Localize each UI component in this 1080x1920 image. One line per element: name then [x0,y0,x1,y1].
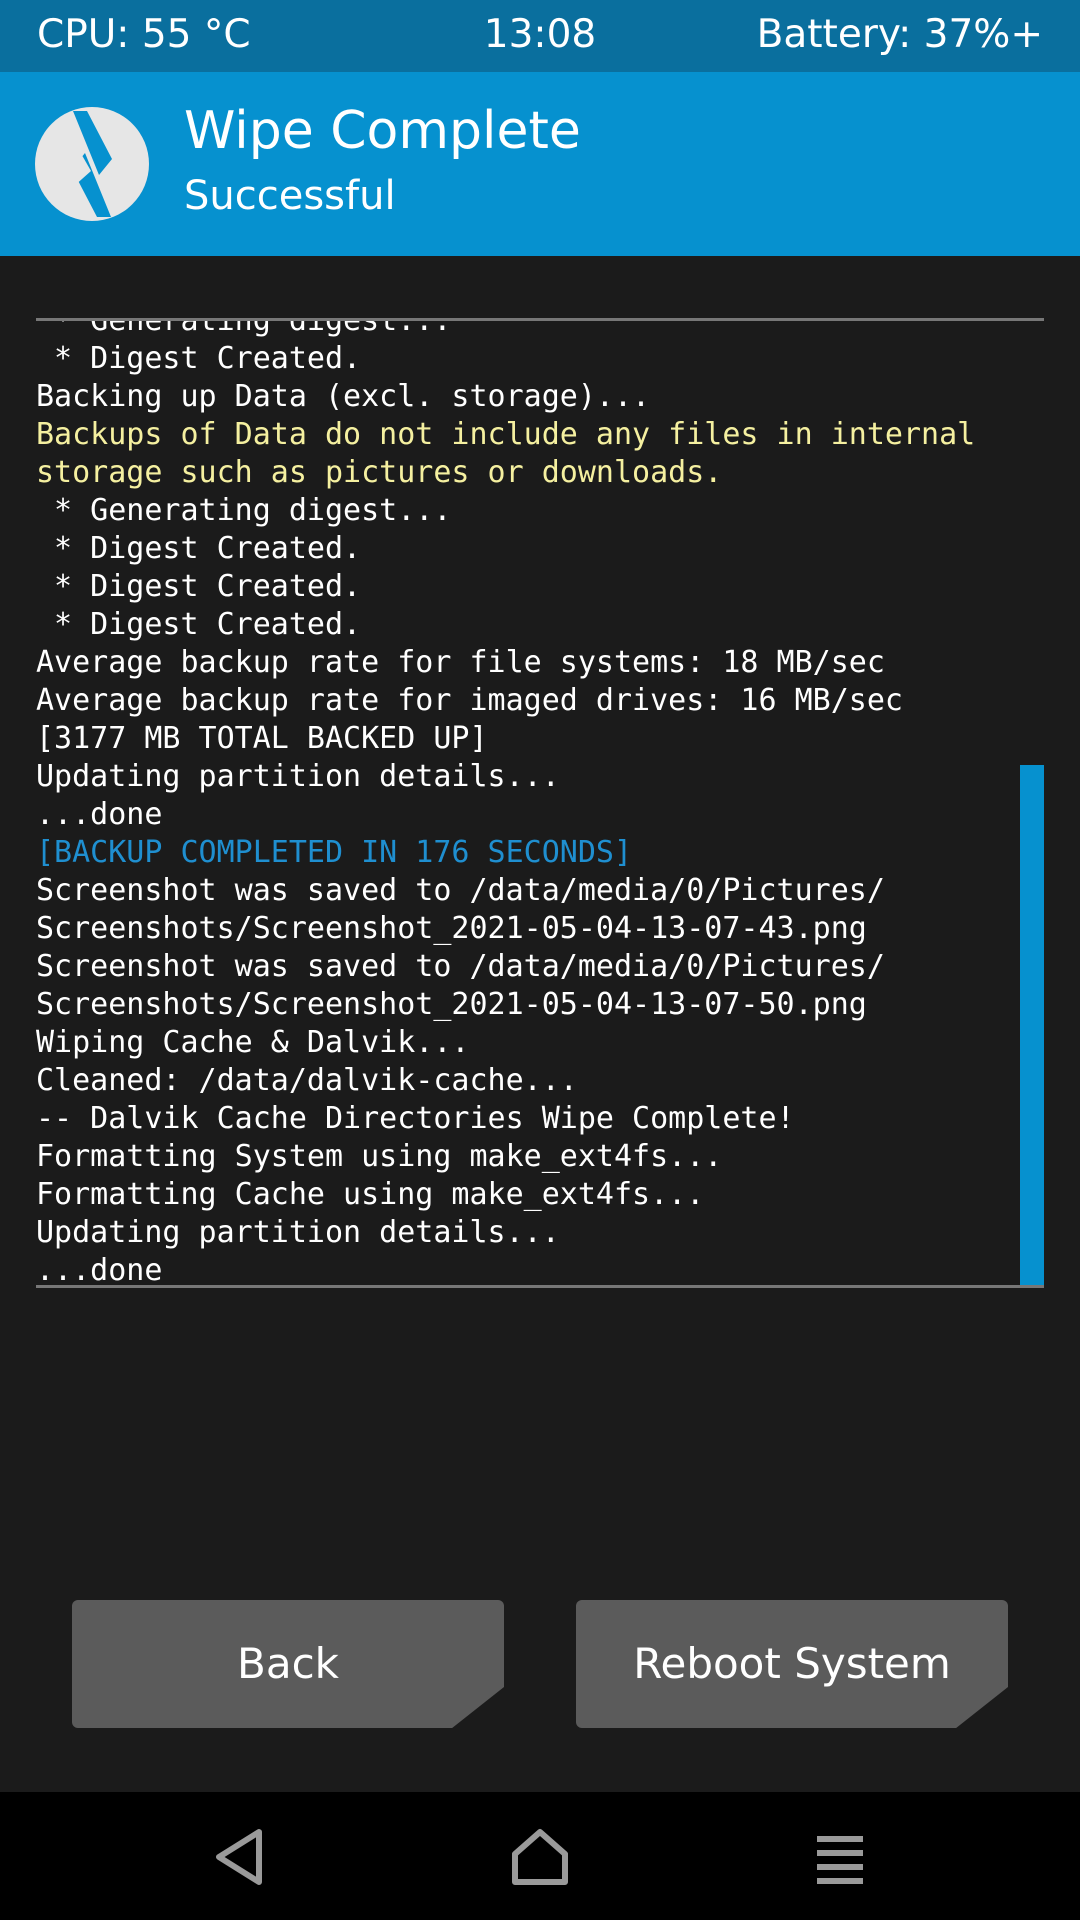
console-log[interactable]: * Generating digest... * Digest Created.… [36,318,1044,1288]
console-line: [BACKUP COMPLETED IN 176 SECONDS] [36,835,633,870]
status-bar: CPU: 55 °C 13:08 Battery: 37%+ [0,0,1080,72]
reboot-system-button[interactable]: Reboot System [576,1600,1008,1728]
console-line: Backing up Data (excl. storage)... [36,379,651,414]
console-line: Cleaned: /data/dalvik-cache... [36,1063,578,1098]
console-line: Backups of Data do not include any files… [36,417,976,452]
console-line: Formatting Cache using make_ext4fs... [36,1177,705,1212]
console-line: Wiping Cache & Dalvik... [36,1025,470,1060]
console-line: Updating partition details... [36,759,560,794]
battery-status: Battery: 37%+ [756,12,1043,57]
back-button[interactable]: Back [72,1600,504,1728]
console-line: ...done [36,1253,163,1288]
nav-back-icon[interactable] [205,1822,275,1892]
nav-menu-icon[interactable] [805,1822,875,1892]
console-line: Updating partition details... [36,1215,560,1250]
nav-home-icon[interactable] [505,1822,575,1892]
console-line: * Digest Created. [36,607,362,642]
page-title: Wipe Complete [184,101,581,161]
console-line: Average backup rate for file systems: 18… [36,645,885,680]
console-line: * Digest Created. [36,531,362,566]
console-lines: * Generating digest... * Digest Created.… [36,318,976,1288]
navigation-bar [0,1792,1080,1920]
console-line: * Digest Created. [36,341,362,376]
console-line: -- Dalvik Cache Directories Wipe Complet… [36,1101,795,1136]
page-subtitle: Successful [184,173,396,219]
twrp-logo-icon [35,107,149,221]
console-line: * Digest Created. [36,569,362,604]
console-line: Screenshots/Screenshot_2021-05-04-13-07-… [36,911,867,946]
console-scrollbar[interactable] [1020,765,1044,1285]
header: Wipe Complete Successful [0,72,1080,256]
console-line: [3177 MB TOTAL BACKED UP] [36,721,488,756]
console-line: Average backup rate for imaged drives: 1… [36,683,903,718]
console-line: storage such as pictures or downloads. [36,455,723,490]
console-line: Screenshots/Screenshot_2021-05-04-13-07-… [36,987,867,1022]
console-line: Screenshot was saved to /data/media/0/Pi… [36,949,885,984]
console-line: ...done [36,797,163,832]
console-line: * Generating digest... [36,493,452,528]
console-line: Formatting System using make_ext4fs... [36,1139,723,1174]
console-line: Screenshot was saved to /data/media/0/Pi… [36,873,885,908]
console-line: * Generating digest... [36,318,452,338]
